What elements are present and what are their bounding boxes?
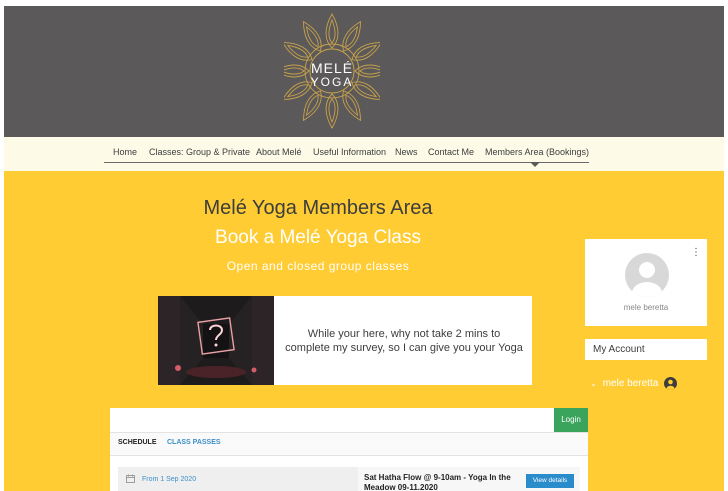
kebab-menu-icon[interactable]: ⋮	[691, 248, 701, 258]
user-menu-dropdown[interactable]: ⌄ mele beretta	[590, 375, 678, 391]
booking-widget: Login SCHEDULE CLASS PASSES From 1 Sep 2…	[110, 408, 588, 491]
class-title: Sat Hatha Flow @ 9-10am - Yoga In the Me…	[364, 473, 511, 491]
mandala-logo[interactable]: MELÉ YOGA	[274, 10, 390, 132]
profile-name: mele beretta	[623, 303, 669, 312]
user-circle-glyph	[666, 379, 675, 390]
user-menu-label: mele beretta	[602, 377, 659, 389]
members-area-section: Melé Yoga Members Area Book a Melé Yoga …	[4, 171, 724, 491]
profile-card: ⋮ mele beretta	[585, 239, 707, 326]
login-button[interactable]: Login	[554, 408, 588, 432]
class-card: Sat Hatha Flow @ 9-10am - Yoga In the Me…	[358, 467, 580, 491]
avatar-silhouette	[632, 262, 662, 297]
question-mark-icon	[158, 296, 274, 385]
group-classes-tagline: Open and closed group classes	[226, 259, 410, 273]
nav-divider	[104, 162, 589, 163]
page: MELÉ YOGA Home Classes: Group & Private …	[4, 6, 724, 491]
tab-class-passes[interactable]: CLASS PASSES	[167, 439, 221, 446]
user-circle-icon	[664, 376, 678, 390]
my-account-link[interactable]: My Account	[585, 339, 707, 360]
calendar-icon	[126, 474, 135, 483]
survey-message: While your here, why not take 2 mins to …	[285, 327, 523, 354]
logo-text-mele: MELÉ	[310, 60, 354, 76]
page-title: Melé Yoga Members Area	[203, 197, 433, 219]
widget-tabs: SCHEDULE CLASS PASSES	[110, 432, 588, 456]
site-header: MELÉ YOGA	[4, 6, 724, 137]
main-nav: Home Classes: Group & Private About Melé…	[4, 137, 724, 171]
survey-banner[interactable]: While your here, why not take 2 mins to …	[158, 296, 532, 385]
survey-image	[158, 296, 274, 385]
view-details-button[interactable]: View details	[526, 474, 574, 488]
user-avatar-icon[interactable]	[625, 253, 669, 297]
date-filter[interactable]: From 1 Sep 2020	[118, 467, 358, 491]
date-filter-label: From 1 Sep 2020	[142, 476, 197, 483]
nav-active-caret-icon	[530, 162, 540, 167]
chevron-down-icon: ⌄	[590, 378, 597, 388]
tab-schedule[interactable]: SCHEDULE	[118, 439, 157, 446]
book-class-heading: Book a Melé Yoga Class	[215, 227, 421, 248]
logo-text-yoga: YOGA	[310, 75, 354, 89]
